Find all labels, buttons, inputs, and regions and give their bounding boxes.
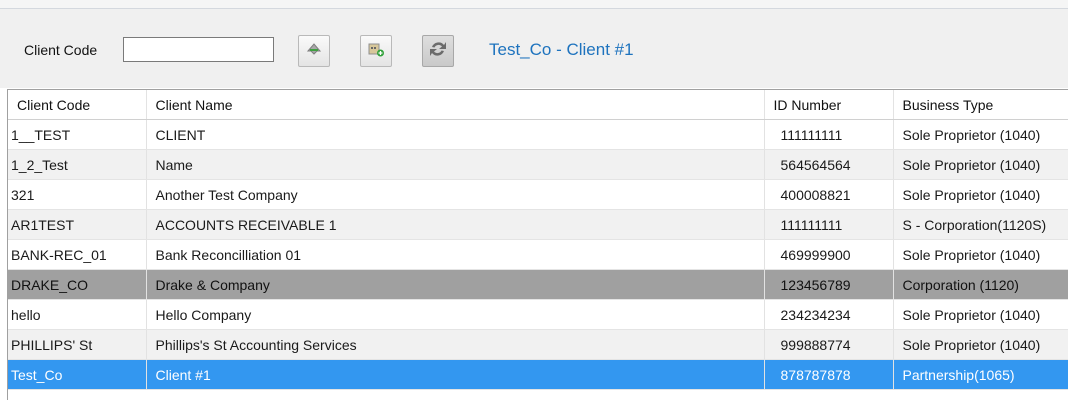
column-header-business-type[interactable]: Business Type <box>893 90 1068 120</box>
cell-business-type: Sole Proprietor (1040) <box>893 179 1068 210</box>
table-row[interactable]: AR1TEST ACCOUNTS RECEIVABLE 1 111111111 … <box>8 209 1068 240</box>
cell-client-code: AR1TEST <box>8 209 147 240</box>
cell-client-code: Test_Co <box>8 359 147 390</box>
table-row[interactable]: BANK-REC_01 Bank Reconcilliation 01 4699… <box>8 239 1068 270</box>
client-code-label: Client Code <box>24 42 98 58</box>
add-client-icon <box>366 39 386 64</box>
cell-business-type: Sole Proprietor (1040) <box>893 149 1068 180</box>
column-header-client-code[interactable]: Client Code <box>8 90 147 120</box>
table-row[interactable]: 1__TEST CLIENT 111111111 Sole Proprietor… <box>8 119 1068 150</box>
table-row-selected[interactable]: Test_Co Client #1 878787878 Partnership(… <box>8 359 1068 390</box>
cell-client-name: Name <box>146 149 764 180</box>
client-code-input[interactable] <box>123 37 274 62</box>
add-client-button[interactable] <box>360 35 392 67</box>
cell-client-code: BANK-REC_01 <box>8 239 147 270</box>
cell-client-name: Drake & Company <box>146 269 764 300</box>
client-toolbar: Client Code Test_Co - Client #1 <box>0 9 1068 88</box>
cell-client-name: ACCOUNTS RECEIVABLE 1 <box>146 209 764 240</box>
cell-client-code: hello <box>8 299 147 330</box>
table-row[interactable]: PHILLIPS' St Phillips's St Accounting Se… <box>8 329 1068 360</box>
cell-client-name: Client #1 <box>146 359 764 390</box>
cell-id-number: 123456789 <box>763 269 894 300</box>
refresh-button[interactable] <box>422 35 454 67</box>
table-row[interactable]: 321 Another Test Company 400008821 Sole … <box>8 179 1068 210</box>
find-client-button[interactable] <box>298 35 330 67</box>
cell-id-number: 234234234 <box>763 299 894 330</box>
cell-business-type: Sole Proprietor (1040) <box>893 239 1068 270</box>
cell-business-type: Corporation (1120) <box>893 269 1068 300</box>
window-top-strip <box>0 0 1068 9</box>
cell-client-code: DRAKE_CO <box>8 269 147 300</box>
cell-id-number: 878787878 <box>763 359 894 390</box>
header-row: Client Code Client Name ID Number Busine… <box>8 90 1068 120</box>
clients-grid: Client Code Client Name ID Number Busine… <box>7 89 1068 400</box>
search-arrow-icon <box>304 39 324 64</box>
table-row[interactable]: hello Hello Company 234234234 Sole Propr… <box>8 299 1068 330</box>
cell-client-name: Bank Reconcilliation 01 <box>146 239 764 270</box>
cell-business-type: Partnership(1065) <box>893 359 1068 390</box>
clients-table: Client Code Client Name ID Number Busine… <box>8 90 1068 390</box>
cell-client-code: 1__TEST <box>8 119 147 150</box>
cell-business-type: Sole Proprietor (1040) <box>893 299 1068 330</box>
table-row-highlighted[interactable]: DRAKE_CO Drake & Company 123456789 Corpo… <box>8 269 1068 300</box>
cell-client-name: Phillips's St Accounting Services <box>146 329 764 360</box>
column-header-client-name[interactable]: Client Name <box>146 90 765 120</box>
cell-client-name: Another Test Company <box>146 179 764 210</box>
cell-client-code: 321 <box>8 179 147 210</box>
cell-id-number: 111111111 <box>763 119 894 150</box>
cell-id-number: 400008821 <box>763 179 894 210</box>
cell-client-name: Hello Company <box>146 299 764 330</box>
cell-client-code: 1_2_Test <box>8 149 147 180</box>
cell-id-number: 111111111 <box>763 209 894 240</box>
table-row[interactable]: 1_2_Test Name 564564564 Sole Proprietor … <box>8 149 1068 180</box>
cell-business-type: S - Corporation(1120S) <box>893 209 1068 240</box>
refresh-icon <box>427 38 449 65</box>
cell-id-number: 564564564 <box>763 149 894 180</box>
column-header-id-number[interactable]: ID Number <box>764 90 894 120</box>
cell-id-number: 999888774 <box>763 329 894 360</box>
cell-client-name: CLIENT <box>146 119 764 150</box>
cell-business-type: Sole Proprietor (1040) <box>893 119 1068 150</box>
cell-client-code: PHILLIPS' St <box>8 329 147 360</box>
selected-client-title: Test_Co - Client #1 <box>489 40 634 59</box>
cell-business-type: Sole Proprietor (1040) <box>893 329 1068 360</box>
cell-id-number: 469999900 <box>763 239 894 270</box>
